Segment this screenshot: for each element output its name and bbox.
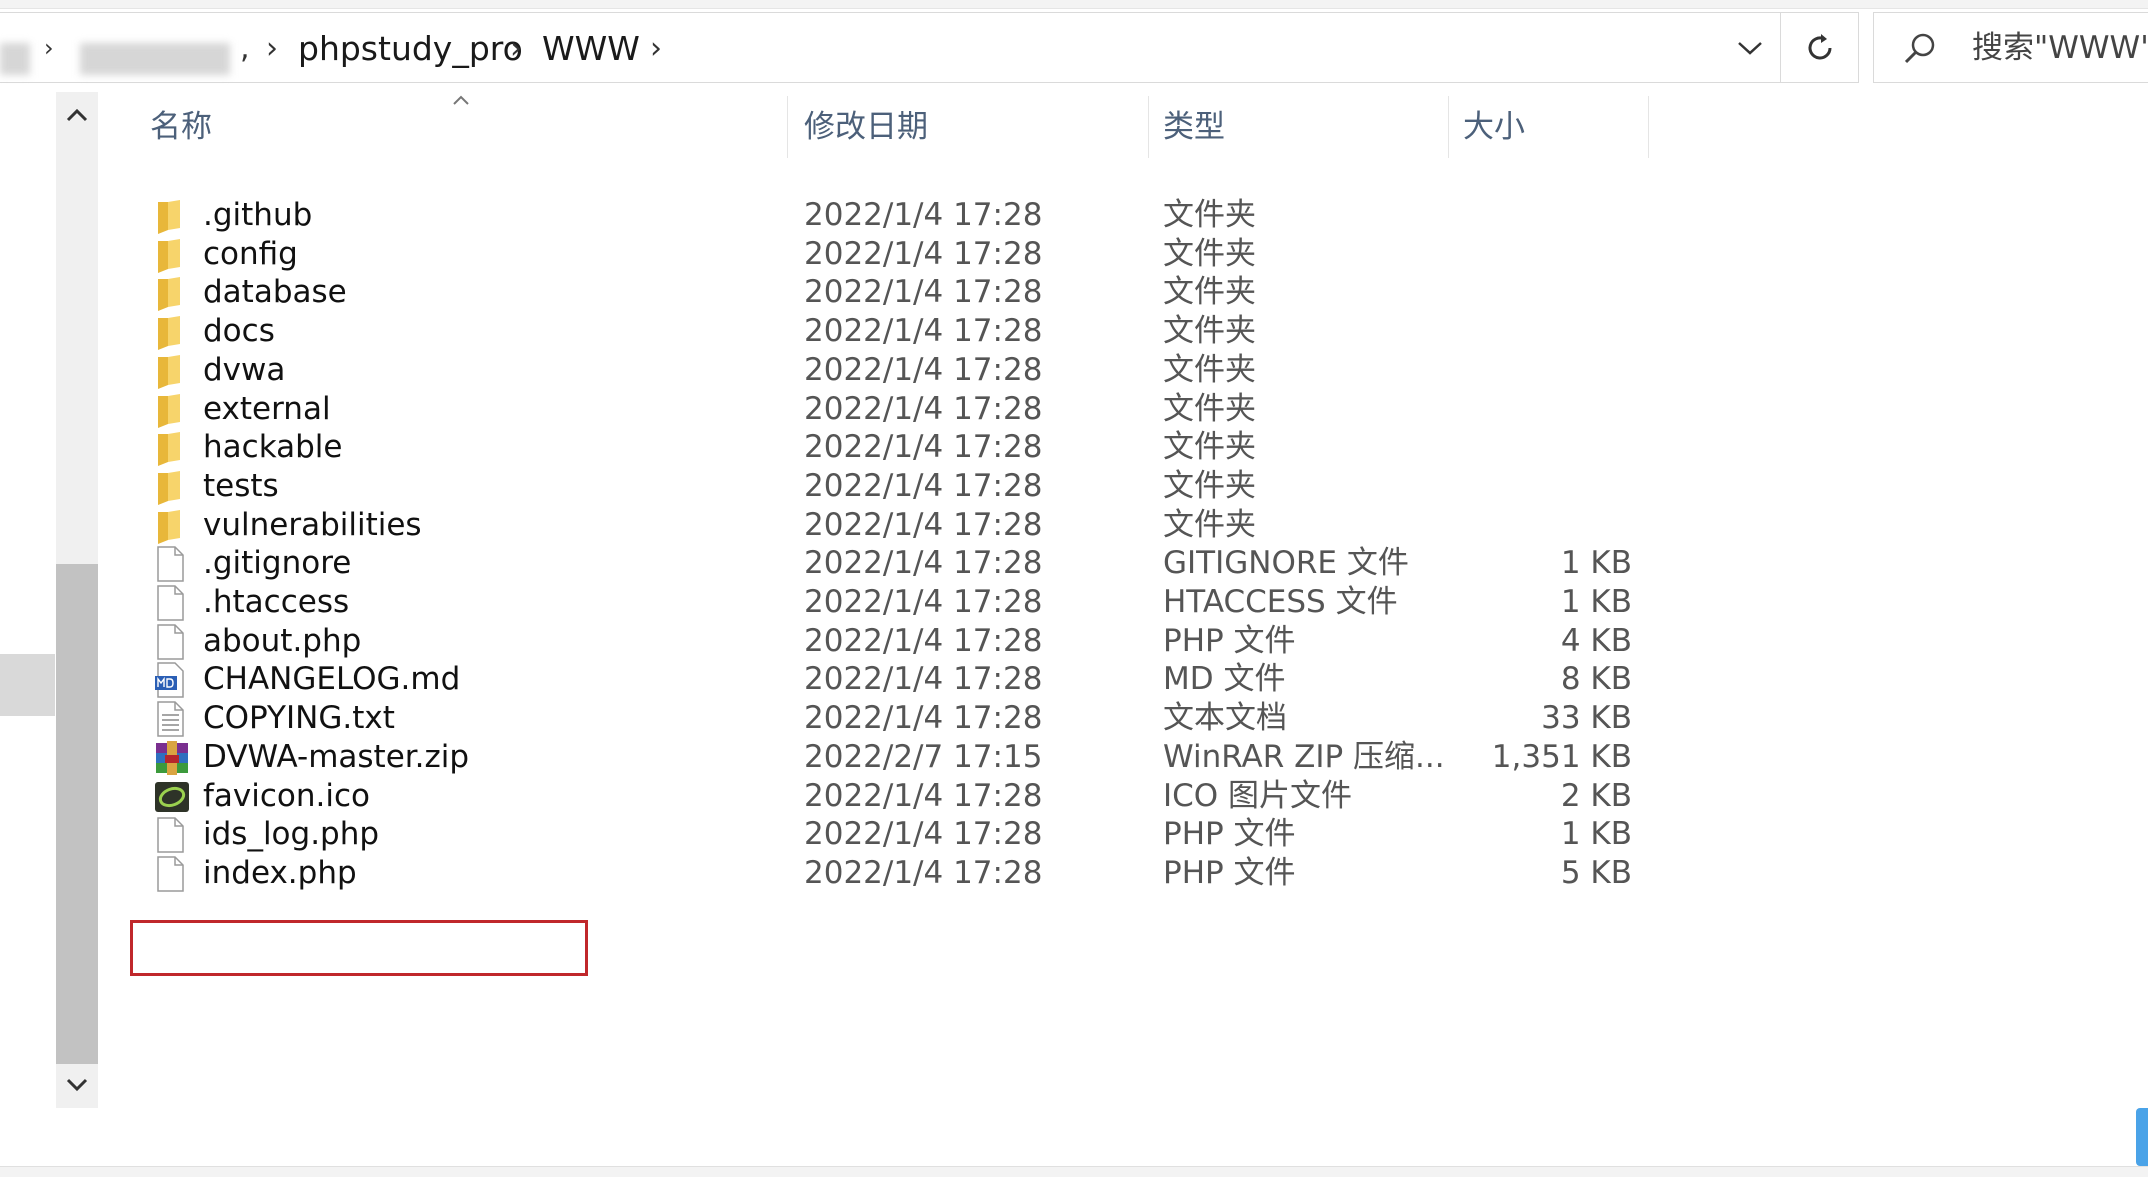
column-header-date[interactable]: 修改日期	[804, 92, 928, 162]
navigation-scrollbar[interactable]	[56, 92, 98, 1108]
column-divider[interactable]	[1648, 96, 1649, 158]
breadcrumb-www[interactable]: WWW	[542, 13, 640, 84]
breadcrumb-separator-icon[interactable]: ›	[650, 13, 662, 84]
refresh-icon	[1808, 33, 1831, 59]
search-placeholder: 搜索"WWW"	[1972, 30, 2148, 66]
window-top-edge	[0, 0, 2148, 9]
column-divider[interactable]	[1448, 96, 1449, 158]
file-name[interactable]: index.php	[203, 847, 357, 900]
chevron-down-icon	[66, 1078, 88, 1092]
window-edge-accent	[2136, 1108, 2148, 1166]
sort-ascending-icon	[453, 95, 469, 105]
scroll-down-button[interactable]	[56, 1062, 98, 1108]
file-date: 2022/1/4 17:28	[804, 854, 1043, 891]
window-bottom-edge	[0, 1166, 2148, 1177]
address-history-dropdown[interactable]	[1720, 12, 1780, 83]
blurred-crumb	[0, 43, 30, 75]
navigation-pane[interactable]	[0, 84, 55, 1176]
chevron-up-icon	[66, 108, 88, 122]
file-size: 5 KB	[1560, 854, 1632, 891]
column-divider[interactable]	[787, 96, 788, 158]
annotation-highlight-box	[130, 920, 588, 976]
blurred-crumb	[80, 43, 230, 75]
file-type: PHP 文件	[1163, 854, 1296, 891]
breadcrumb-separator-icon[interactable]: ›	[510, 13, 522, 84]
breadcrumb-phpstudy-pro[interactable]: phpstudy_pro	[298, 13, 523, 84]
file-icon	[154, 856, 186, 892]
search-box[interactable]: 搜索"WWW"	[1873, 12, 2148, 83]
nav-selected-item[interactable]	[0, 654, 55, 716]
column-header-row: 名称 修改日期 类型 大小	[112, 92, 1652, 162]
column-divider[interactable]	[1148, 96, 1149, 158]
refresh-button[interactable]	[1781, 12, 1859, 83]
scrollbar-thumb[interactable]	[56, 564, 98, 1064]
breadcrumb-separator-icon: ›	[44, 34, 54, 62]
address-bar[interactable]: › , › phpstudy_pro › WWW ›	[0, 12, 1781, 83]
chevron-down-icon	[1738, 41, 1762, 55]
column-header-size[interactable]: 大小	[1463, 92, 1525, 162]
breadcrumb-separator-icon: ,	[240, 31, 250, 66]
breadcrumb-separator-icon[interactable]: ›	[266, 13, 278, 84]
search-icon	[1904, 33, 1935, 64]
column-header-type[interactable]: 类型	[1163, 92, 1225, 162]
file-row[interactable]: index.php 2022/1/4 17:28 PHP 文件 5 KB	[112, 847, 1652, 900]
scroll-up-button[interactable]	[56, 92, 98, 138]
column-header-name[interactable]: 名称	[150, 92, 212, 162]
